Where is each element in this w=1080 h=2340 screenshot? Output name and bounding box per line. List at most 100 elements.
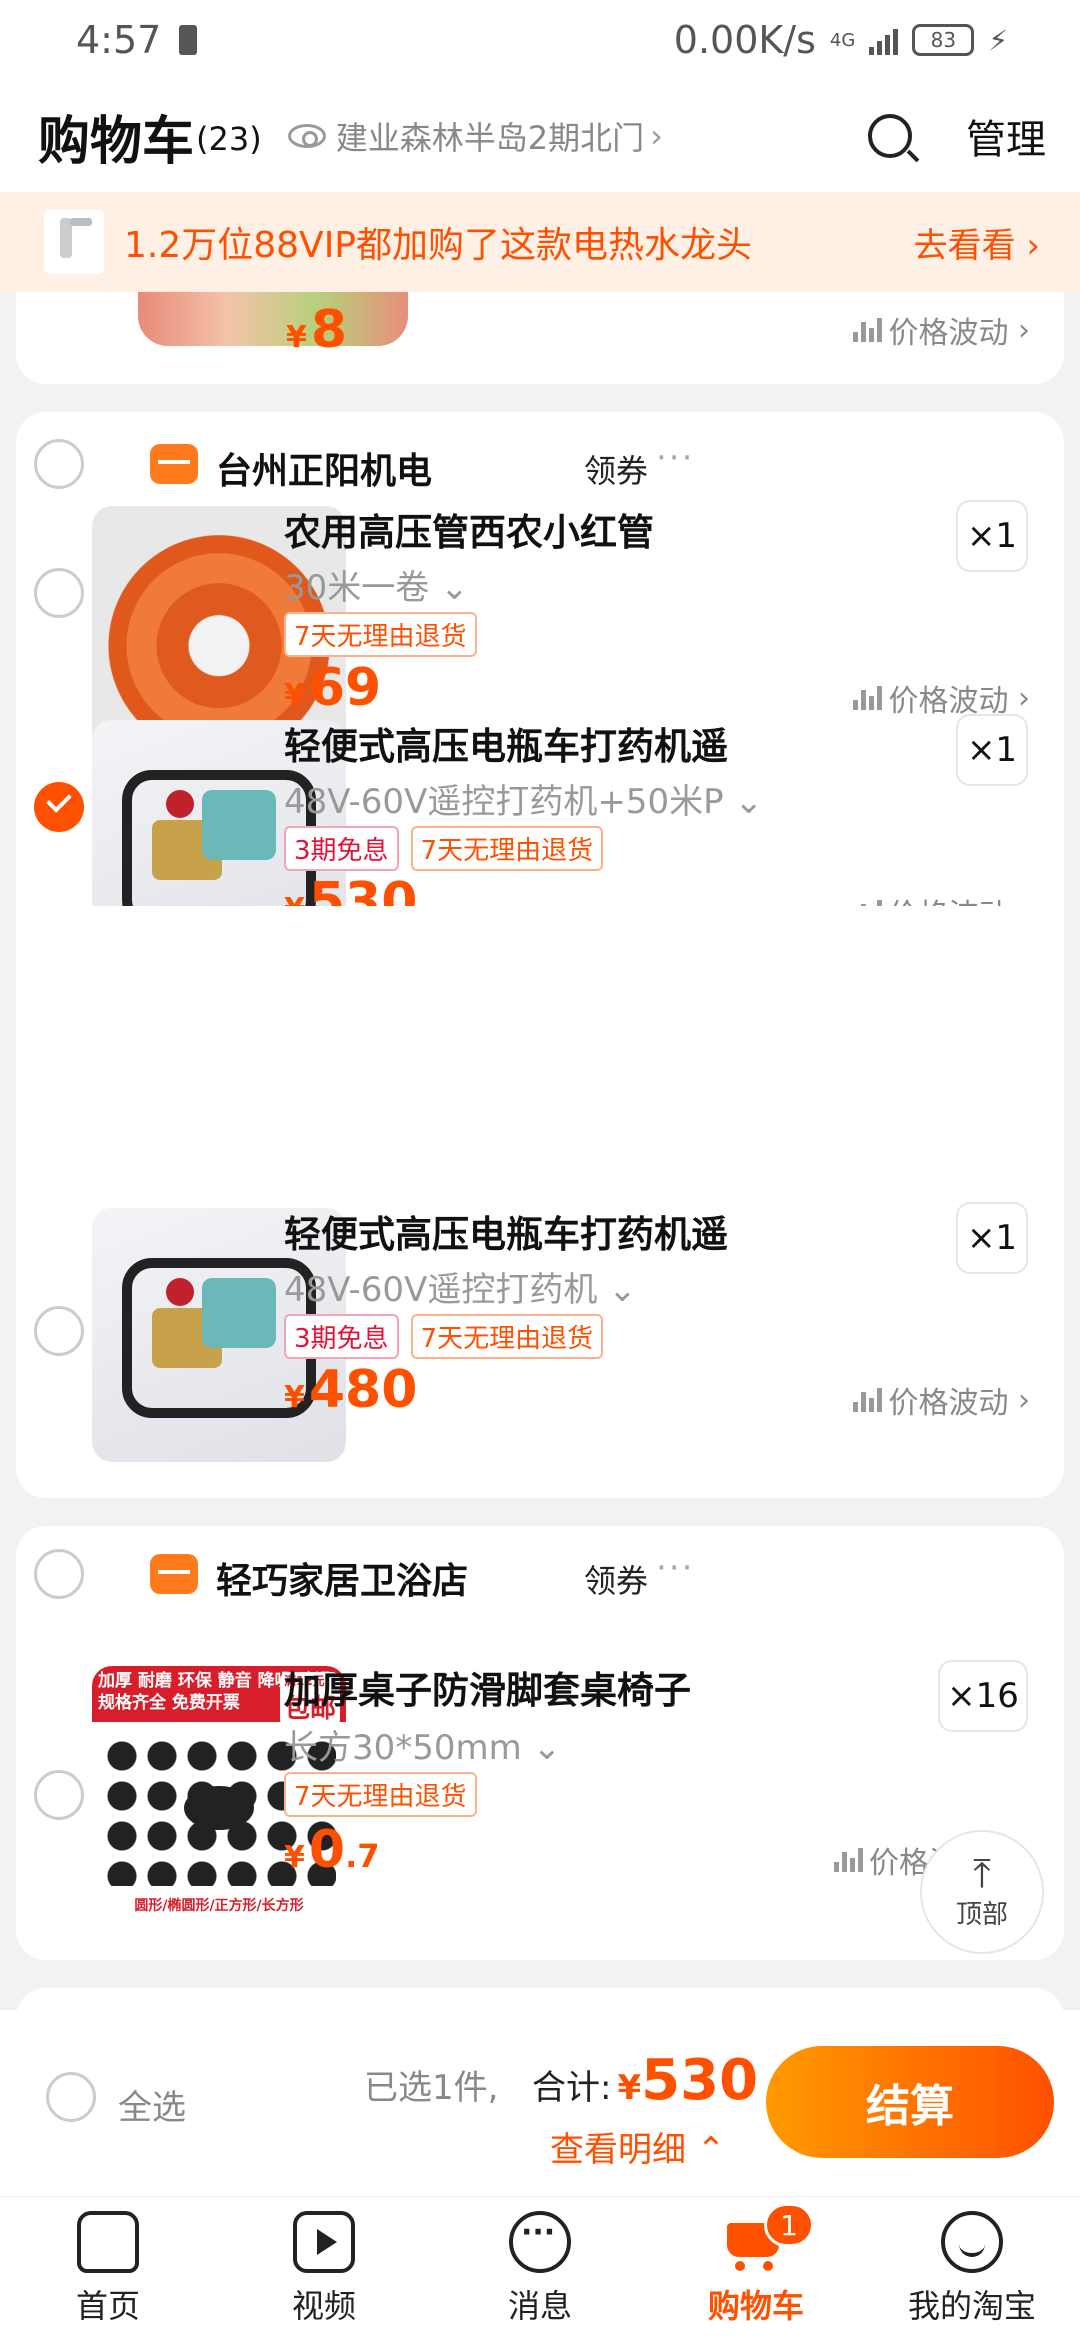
return-policy-tag: 7天无理由退货 <box>410 826 604 871</box>
view-details-link[interactable]: 查看明细 ⌃ <box>550 2122 725 2171</box>
quantity-button[interactable]: ×16 <box>938 1660 1028 1732</box>
back-to-top-button[interactable]: ⤒ 顶部 <box>920 1830 1044 1954</box>
arrow-up-icon: ⤒ <box>973 1850 991 1897</box>
coupon-button[interactable]: 领券 <box>584 446 648 492</box>
tab-my-taobao[interactable]: 我的淘宝 <box>864 2197 1080 2340</box>
product-sku[interactable]: 长方30*50mm ⌄ <box>284 1720 561 1769</box>
price-wave-label: 价格波动 <box>888 316 1009 351</box>
network-type: 4G <box>829 29 856 51</box>
eye-icon <box>287 124 326 148</box>
select-all-label[interactable]: 全选 <box>118 2080 186 2129</box>
store-name[interactable]: 轻巧家居卫浴店 <box>216 1552 468 1604</box>
cart-badge: 1 <box>764 2203 814 2247</box>
tab-label: 我的淘宝 <box>907 2286 1036 2325</box>
product-title[interactable]: 加厚桌子防滑脚套桌椅子 <box>284 1660 864 1714</box>
store-select-checkbox[interactable] <box>34 439 84 489</box>
delivery-address[interactable]: 建业森林半岛2期北门 › <box>287 113 663 159</box>
faucet-thumbnail <box>44 210 104 274</box>
store-name[interactable]: 台州正阳机电 <box>216 442 432 494</box>
tab-label: 购物车 <box>707 2286 804 2325</box>
product-price: ¥480 <box>284 1360 418 1420</box>
product-sku[interactable]: 30米一卷 ⌄ <box>284 560 469 609</box>
status-bar: 4:57 0.00K/s 4G 83 ⚡ <box>0 0 1080 80</box>
tab-label: 视频 <box>291 2286 356 2325</box>
store-header: 台州正阳机电 领券 ··· <box>16 424 1064 504</box>
price-wave-label: 价格波动 <box>888 1386 1009 1421</box>
promo-text: 1.2万位88VIP都加购了这款电热水龙头 <box>124 225 753 266</box>
tab-messages[interactable]: 消息 <box>432 2197 648 2340</box>
sim-icon <box>179 25 198 55</box>
chevron-right-icon: › <box>650 117 663 155</box>
chart-icon <box>834 1848 863 1872</box>
product-title[interactable]: 轻便式高压电瓶车打药机遥 <box>284 1204 944 1258</box>
address-text: 建业森林半岛2期北门 <box>335 119 645 157</box>
promo-go-link[interactable]: 去看看 › <box>914 218 1040 267</box>
product-price: ¥8 <box>286 300 348 360</box>
installment-tag: 3期免息 <box>284 826 399 871</box>
battery-icon: 83 <box>912 24 975 56</box>
product-title[interactable]: 轻便式高压电瓶车打药机遥 <box>284 716 944 770</box>
video-icon <box>293 2210 355 2273</box>
checkout-button[interactable]: 结算 <box>766 2046 1054 2158</box>
item-select-checkbox[interactable] <box>34 1770 84 1820</box>
tab-label: 首页 <box>75 2286 140 2325</box>
tab-label: 消息 <box>507 2286 572 2325</box>
signal-icon <box>869 25 899 55</box>
store-card: 轻巧家居卫浴店 领券 ··· 加厚 耐磨 环保 静音 降噪 防滑 规格齐全 免费… <box>16 1526 1064 1960</box>
product-tags: 3期免息 7天无理由退货 <box>284 826 604 871</box>
page-title: 购物车 <box>38 111 195 172</box>
charging-icon: ⚡ <box>988 23 1008 57</box>
checkout-bar: 全选 已选1件, 合计: ¥530 查看明细 ⌃ 结算 <box>0 2010 1080 2196</box>
quantity-button[interactable]: ×1 <box>956 500 1028 572</box>
quantity-button[interactable]: ×1 <box>956 1202 1028 1274</box>
manage-button[interactable]: 管理 <box>966 107 1046 165</box>
store-card-lower: 轻便式高压电瓶车打药机遥 48V-60V遥控打药机 ⌄ 3期免息 7天无理由退货… <box>16 906 1064 1498</box>
select-all-checkbox[interactable] <box>46 2072 96 2122</box>
status-time: 4:57 <box>76 18 162 62</box>
store-select-checkbox[interactable] <box>34 1549 84 1599</box>
installment-tag: 3期免息 <box>284 1314 399 1359</box>
message-icon <box>509 2210 571 2273</box>
product-sku[interactable]: 48V-60V遥控打药机 ⌄ <box>284 1262 637 1311</box>
shop-icon <box>150 444 198 484</box>
quantity-button[interactable]: ×1 <box>956 714 1028 786</box>
item-select-checkbox[interactable] <box>34 568 84 618</box>
price-wave-link[interactable]: 价格波动 › <box>853 308 1030 352</box>
cart-header: 购物车 (23) 建业森林半岛2期北门 › 管理 <box>0 80 1080 192</box>
tab-video[interactable]: 视频 <box>216 2197 432 2340</box>
tab-cart[interactable]: 1 购物车 <box>648 2197 864 2340</box>
coupon-button[interactable]: 领券 <box>584 1556 648 1602</box>
selected-count: 已选1件, <box>364 2068 499 2108</box>
return-policy-tag: 7天无理由退货 <box>284 612 477 657</box>
more-icon[interactable]: ··· <box>656 438 694 478</box>
total-price: 合计: ¥530 <box>532 2048 759 2113</box>
return-policy-tag: 7天无理由退货 <box>284 1772 477 1817</box>
product-price: ¥69 <box>284 658 382 718</box>
product-price: ¥0.7 <box>284 1820 380 1880</box>
product-tags: 7天无理由退货 <box>284 1772 477 1817</box>
product-title[interactable]: 农用高压管西农小红管 <box>284 502 654 556</box>
product-tags: 7天无理由退货 <box>284 612 477 657</box>
product-sku[interactable]: 48V-60V遥控打药机+50米P ⌄ <box>284 774 763 823</box>
item-select-checkbox[interactable] <box>34 782 84 832</box>
back-to-top-label: 顶部 <box>955 1899 1008 1930</box>
product-thumbnail[interactable] <box>138 292 408 346</box>
chart-icon <box>853 318 883 342</box>
home-icon <box>77 2210 139 2273</box>
search-icon[interactable] <box>868 114 912 158</box>
profile-icon <box>941 2210 1003 2273</box>
network-speed: 0.00K/s <box>673 18 816 62</box>
thumbnail-footer-text: 圆形/椭圆形/正方形/长方形 <box>92 1892 346 1920</box>
price-wave-link[interactable]: 价格波动 › <box>853 1378 1030 1422</box>
more-icon[interactable]: ··· <box>656 1548 694 1588</box>
item-select-checkbox[interactable] <box>34 1306 84 1356</box>
bottom-tab-bar: 首页 视频 消息 1 购物车 我的淘宝 <box>0 2196 1080 2340</box>
chart-icon <box>853 1388 883 1412</box>
store-card-previous: ¥8 价格波动 › <box>16 292 1064 384</box>
shop-icon <box>150 1554 198 1594</box>
chart-icon <box>853 686 883 710</box>
promo-banner[interactable]: 1.2万位88VIP都加购了这款电热水龙头 去看看 › <box>0 192 1080 292</box>
tab-home[interactable]: 首页 <box>0 2197 216 2340</box>
product-tags: 3期免息 7天无理由退货 <box>284 1314 604 1359</box>
store-header: 轻巧家居卫浴店 领券 ··· <box>16 1534 1064 1614</box>
